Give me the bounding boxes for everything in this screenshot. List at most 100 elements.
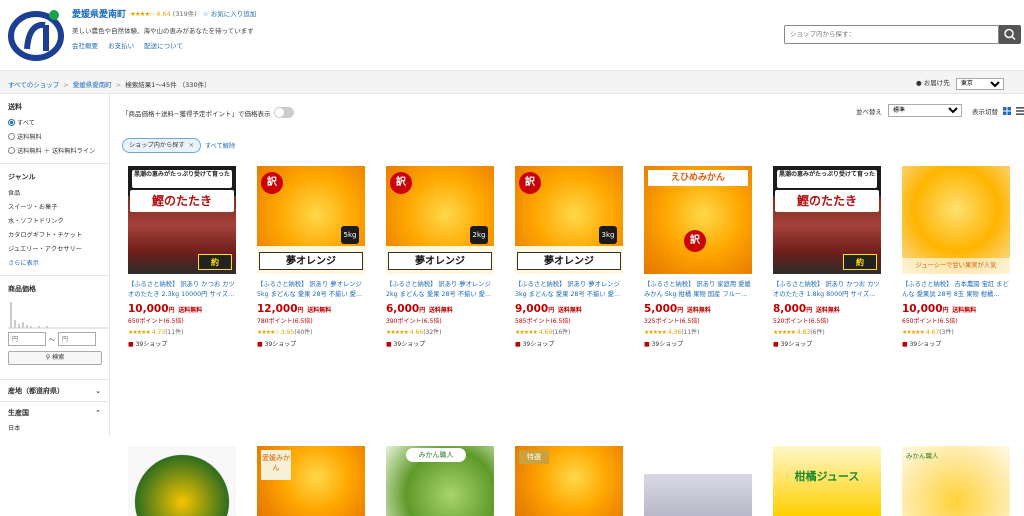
product-price: 6,000円 送料無料	[386, 303, 453, 315]
price-toggle-switch[interactable]	[274, 107, 295, 118]
shop-badge: ■ 39ショップ	[515, 341, 555, 348]
product-image[interactable]: 訳 5kg 夢オレンジ	[257, 166, 365, 274]
search-button[interactable]	[999, 25, 1021, 44]
product-image[interactable]: 訳 3kg 夢オレンジ	[515, 166, 623, 274]
grid-view-icon[interactable]	[1003, 106, 1011, 115]
product-card[interactable]: 訳 5kg 夢オレンジ 【ふるさと納税】 訳あり 夢オレンジ 5kg まどんな …	[257, 166, 367, 348]
product-title[interactable]: 【ふるさと納税】 訳あり 夢オレンジ 5kg まどんな 愛果 28号 不揃い 愛…	[257, 280, 367, 300]
shipping-option-free[interactable]: 送料無料	[8, 132, 109, 141]
product-image-headline: 黒潮の恵みがたっぷり受けて育った	[132, 170, 232, 188]
product-price: 9,000円 送料無料	[515, 303, 582, 315]
product-image-weight: 約2.3kg	[198, 254, 232, 270]
product-image-title: 柑橘ジュース	[794, 470, 860, 483]
product-card[interactable]: ジューシーで甘い果実が人気 【ふるさと納税】 吉本農園 宝紅 まどんな 愛果試 …	[902, 166, 1012, 348]
shop-search-box[interactable]	[784, 25, 999, 44]
product-image-title: 夢オレンジ	[259, 252, 363, 270]
link-payment[interactable]: お支払い	[108, 42, 134, 50]
product-image-weight: 3kg	[599, 226, 617, 244]
genre-item[interactable]: 食品	[8, 188, 109, 197]
location-pin-icon: ●	[916, 79, 922, 87]
product-review[interactable]: ★★★★★ 4.36(11件)	[644, 327, 754, 336]
clear-all-filters[interactable]: すべて解除	[205, 141, 235, 150]
product-image-title: みかん職人	[406, 448, 466, 462]
region-filter-toggle[interactable]: 産地（都道府県） ⌄	[0, 379, 109, 401]
genre-show-more[interactable]: さらに表示	[8, 258, 109, 267]
product-card[interactable]: 訳 2kg 夢オレンジ 【ふるさと納税】 訳あり 夢オレンジ 2kg まどんな …	[386, 166, 496, 348]
shop-links: 会社概要 お支払い 配送について	[72, 40, 191, 50]
product-title[interactable]: 【ふるさと納税】 訳あり 夢オレンジ 2kg まどんな 愛果 28号 不揃い 愛…	[386, 280, 496, 300]
price-max-input[interactable]	[58, 332, 97, 346]
search-icon	[1004, 28, 1016, 41]
product-image[interactable]: ジューシーで甘い果実が人気	[902, 166, 1010, 274]
genre-item[interactable]: カタログギフト・チケット	[8, 230, 109, 239]
shipping-filter-heading: 送料	[8, 103, 22, 111]
product-image-title: 夢オレンジ	[388, 252, 492, 270]
genre-item[interactable]: 水・ソフトドリンク	[8, 216, 109, 225]
price-filter-heading: 商品価格	[8, 285, 36, 293]
product-grid: 黒潮の恵みがたっぷり受けて育った 鰹のたたき 約2.3kg 【ふるさと納税】 訳…	[120, 166, 1024, 516]
product-image[interactable]: 愛媛みかん	[257, 446, 365, 516]
product-image[interactable]: 訳 2kg 夢オレンジ	[386, 166, 494, 274]
sort-select[interactable]: 標準	[888, 104, 962, 117]
product-points: 390ポイント(6.5倍)	[386, 318, 442, 325]
close-icon[interactable]: ×	[189, 142, 194, 149]
filter-chip[interactable]: ショップ内から探す ×	[122, 138, 201, 153]
shipping-option-free-line[interactable]: 送料無料 ＋ 送料無料ライン	[8, 146, 109, 155]
list-view-icon[interactable]	[1016, 106, 1024, 115]
shop-search-input[interactable]	[785, 26, 975, 42]
breadcrumb-all-shops[interactable]: すべてのショップ	[8, 81, 59, 89]
product-image-badge: 訳	[519, 172, 541, 194]
product-title[interactable]: 【ふるさと納税】 訳あり 家庭用 愛媛みかん 5kg 柑橘 果物 国産 フルー…	[644, 280, 754, 300]
product-image[interactable]: みかん職人	[902, 446, 1010, 516]
product-review[interactable]: ★★★★★ 4.66(32件)	[386, 327, 496, 336]
genre-item[interactable]: スイーツ・お菓子	[8, 202, 109, 211]
product-title[interactable]: 【ふるさと納税】 吉本農園 宝紅 まどんな 愛果試 28号 8玉 果物 柑橘…	[902, 280, 1012, 300]
breadcrumb-shop[interactable]: 愛媛県愛南町	[73, 81, 112, 89]
shipping-option-all[interactable]: すべて	[8, 118, 109, 127]
product-review[interactable]: ★★★★★ 4.69(16件)	[515, 327, 625, 336]
link-shipping[interactable]: 配送について	[144, 42, 183, 50]
price-search-button[interactable]: ⚲ 検索	[8, 351, 102, 365]
product-image[interactable]	[644, 446, 752, 516]
product-review[interactable]: ★★★★★ 4.83(6件)	[773, 327, 883, 336]
product-price: 10,000円 送料無料	[902, 303, 977, 315]
truck-icon: ■	[128, 341, 134, 348]
product-image[interactable]: えひめみかん 訳	[644, 166, 752, 274]
product-card[interactable]: 黒潮の恵みがたっぷり受けて育った 鰹のたたき 約1.8kg 【ふるさと納税】 訳…	[773, 166, 883, 348]
link-company[interactable]: 会社概要	[72, 42, 98, 50]
product-card[interactable]: 訳 3kg 夢オレンジ 【ふるさと納税】 訳あり 夢オレンジ 3kg まどんな …	[515, 166, 625, 348]
truck-icon: ■	[515, 341, 521, 348]
favorite-button[interactable]: ☆ お気に入り追加	[203, 10, 256, 18]
product-image-title: 特選	[519, 450, 549, 464]
product-image[interactable]: 柑橘ジュース	[773, 446, 881, 516]
product-title[interactable]: 【ふるさと納税】 訳あり かつお カツオのたたき 2.3kg 10000円 サイ…	[128, 280, 238, 300]
radio-icon[interactable]	[8, 147, 15, 154]
product-image-badge: 訳	[684, 230, 706, 252]
product-image[interactable]: みかん職人	[386, 446, 494, 516]
review-count[interactable]: (319件)	[173, 10, 197, 18]
product-image[interactable]: 黒潮の恵みがたっぷり受けて育った 鰹のたたき 約2.3kg	[128, 166, 236, 274]
product-image-weight: 5kg	[341, 226, 359, 244]
product-card[interactable]: えひめみかん 訳 【ふるさと納税】 訳あり 家庭用 愛媛みかん 5kg 柑橘 果…	[644, 166, 754, 348]
product-card[interactable]: 黒潮の恵みがたっぷり受けて育った 鰹のたたき 約2.3kg 【ふるさと納税】 訳…	[128, 166, 238, 348]
price-min-input[interactable]	[8, 332, 46, 346]
product-image[interactable]	[128, 446, 236, 516]
product-points: 650ポイント(6.5倍)	[902, 318, 958, 325]
radio-icon[interactable]	[8, 133, 15, 140]
shop-logo[interactable]	[7, 5, 65, 63]
radio-icon[interactable]	[8, 119, 15, 126]
product-review[interactable]: ★★★★☆ 3.95(40件)	[257, 327, 367, 336]
delivery-select[interactable]: 東京	[955, 77, 1004, 90]
product-title[interactable]: 【ふるさと納税】 訳あり 夢オレンジ 3kg まどんな 愛果 28号 不揃い 愛…	[515, 280, 625, 300]
product-image[interactable]: 黒潮の恵みがたっぷり受けて育った 鰹のたたき 約1.8kg	[773, 166, 881, 274]
product-title[interactable]: 【ふるさと納税】 訳あり かつお カツオのたたき 1.8kg 8000円 サイズ…	[773, 280, 883, 300]
country-filter-toggle[interactable]: 生産国 ⌃	[0, 401, 109, 423]
product-review[interactable]: ★★★★★ 4.67(3件)	[902, 327, 1012, 336]
delivery-label: お届け先	[923, 79, 950, 87]
shop-name[interactable]: 愛媛県愛南町	[72, 7, 126, 20]
product-points: 780ポイント(6.5倍)	[257, 318, 313, 325]
country-item[interactable]: 日本	[8, 423, 109, 432]
product-image[interactable]: 特選	[515, 446, 623, 516]
genre-item[interactable]: ジュエリー・アクセサリー	[8, 244, 109, 253]
product-review[interactable]: ★★★★★ 4.73(11件)	[128, 327, 238, 336]
